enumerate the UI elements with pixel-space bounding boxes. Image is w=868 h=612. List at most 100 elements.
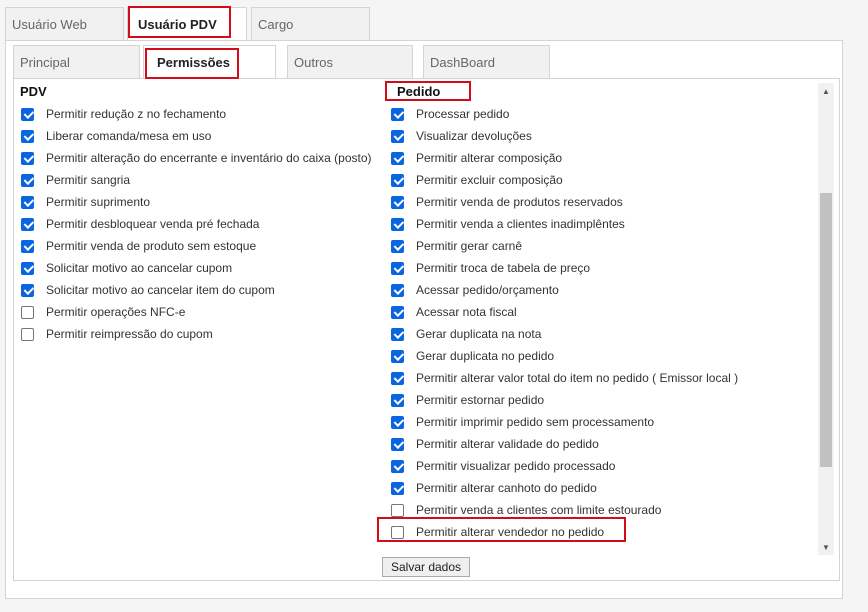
pedido-permission-checkbox[interactable]: [391, 459, 404, 473]
pdv-permission-checkbox[interactable]: [21, 283, 34, 297]
pdv-permission-row[interactable]: Permitir venda de produto sem estoque: [21, 236, 256, 256]
pedido-permission-row[interactable]: Acessar pedido/orçamento: [391, 280, 559, 300]
pedido-permission-row[interactable]: Permitir visualizar pedido processado: [391, 456, 615, 476]
tab-outros[interactable]: Outros: [287, 45, 413, 79]
pedido-permission-checkbox[interactable]: [391, 217, 404, 231]
pedido-permission-label: Permitir venda de produtos reservados: [416, 195, 623, 209]
tab-principal[interactable]: Principal: [13, 45, 140, 79]
pdv-permission-row[interactable]: Permitir desbloquear venda pré fechada: [21, 214, 259, 234]
section-title-pdv: PDV: [20, 84, 47, 99]
pedido-permission-label: Permitir venda a clientes com limite est…: [416, 503, 662, 517]
pedido-permission-row[interactable]: Permitir imprimir pedido sem processamen…: [391, 412, 654, 432]
pedido-permission-row[interactable]: Permitir venda de produtos reservados: [391, 192, 623, 212]
pedido-permission-row[interactable]: Visualizar devoluções: [391, 126, 532, 146]
tab-dashboard[interactable]: DashBoard: [423, 45, 550, 79]
pedido-permission-label: Permitir alterar valor total do item no …: [416, 371, 739, 385]
permissions-scrollbar[interactable]: ▲ ▼: [818, 83, 834, 555]
pedido-permission-checkbox[interactable]: [391, 305, 404, 319]
tab-permissoes[interactable]: Permissões: [143, 45, 276, 80]
pdv-permission-row[interactable]: Permitir redução z no fechamento: [21, 104, 226, 124]
tab-usuario-pdv[interactable]: Usuário PDV: [127, 7, 247, 41]
pdv-permission-row[interactable]: Permitir reimpressão do cupom: [21, 324, 213, 344]
pdv-permission-label: Solicitar motivo ao cancelar item do cup…: [46, 283, 275, 297]
pedido-permission-row[interactable]: Permitir alterar valor total do item no …: [391, 368, 738, 388]
pedido-permission-row[interactable]: Permitir alterar canhoto do pedido: [391, 478, 597, 498]
pdv-permission-checkbox[interactable]: [21, 195, 34, 209]
pedido-permission-row[interactable]: Permitir venda a clientes inadimplêntes: [391, 214, 625, 234]
pdv-permission-label: Permitir alteração do encerrante e inven…: [46, 151, 372, 165]
pedido-permission-checkbox[interactable]: [391, 503, 404, 517]
pedido-permission-checkbox[interactable]: [391, 437, 404, 451]
pedido-permission-checkbox[interactable]: [391, 415, 404, 429]
pdv-permission-checkbox[interactable]: [21, 173, 34, 187]
pedido-permission-row[interactable]: Permitir gerar carnê: [391, 236, 522, 256]
pedido-permission-label: Processar pedido: [416, 107, 510, 121]
pdv-permission-row[interactable]: Solicitar motivo ao cancelar item do cup…: [21, 280, 275, 300]
pdv-permission-label: Permitir redução z no fechamento: [46, 107, 227, 121]
pedido-permission-row[interactable]: Permitir venda a clientes com limite est…: [391, 500, 661, 520]
pedido-permission-checkbox[interactable]: [391, 349, 404, 363]
pedido-permission-label: Acessar nota fiscal: [416, 305, 517, 319]
pedido-permission-row[interactable]: Permitir estornar pedido: [391, 390, 544, 410]
pdv-permission-row[interactable]: Permitir operações NFC-e: [21, 302, 185, 322]
pedido-permission-label: Permitir venda a clientes inadimplêntes: [416, 217, 625, 231]
pdv-permission-checkbox[interactable]: [21, 239, 34, 253]
pdv-permission-checkbox[interactable]: [21, 217, 34, 231]
pedido-permission-row[interactable]: Gerar duplicata no pedido: [391, 346, 554, 366]
scroll-up-icon[interactable]: ▲: [818, 83, 834, 99]
pedido-permission-checkbox[interactable]: [391, 481, 404, 495]
pdv-permission-checkbox[interactable]: [21, 261, 34, 275]
scroll-down-icon[interactable]: ▼: [818, 539, 834, 555]
pdv-permission-checkbox[interactable]: [21, 327, 34, 341]
pdv-permission-row[interactable]: Solicitar motivo ao cancelar cupom: [21, 258, 232, 278]
tab-cargo[interactable]: Cargo: [251, 7, 370, 41]
tab-usuario-web[interactable]: Usuário Web: [5, 7, 124, 41]
pdv-permission-row[interactable]: Liberar comanda/mesa em uso: [21, 126, 211, 146]
pedido-permission-row[interactable]: Permitir excluir composição: [391, 170, 563, 190]
pedido-permission-checkbox[interactable]: [391, 393, 404, 407]
pedido-permission-label: Permitir gerar carnê: [416, 239, 523, 253]
pedido-permission-label: Permitir alterar canhoto do pedido: [416, 481, 597, 495]
pedido-permission-checkbox[interactable]: [391, 283, 404, 297]
pedido-permission-label: Permitir visualizar pedido processado: [416, 459, 616, 473]
pdv-permission-label: Permitir venda de produto sem estoque: [46, 239, 257, 253]
pedido-permission-row[interactable]: Processar pedido: [391, 104, 509, 124]
pdv-permission-checkbox[interactable]: [21, 151, 34, 165]
scroll-thumb[interactable]: [820, 193, 832, 467]
pedido-permission-checkbox[interactable]: [391, 195, 404, 209]
pedido-permission-checkbox[interactable]: [391, 261, 404, 275]
pdv-permission-row[interactable]: Permitir alteração do encerrante e inven…: [21, 148, 372, 168]
pedido-permission-checkbox[interactable]: [391, 327, 404, 341]
pdv-permission-checkbox[interactable]: [21, 305, 34, 319]
pedido-permission-row[interactable]: Permitir alterar vendedor no pedido: [391, 522, 604, 542]
pedido-permission-checkbox[interactable]: [391, 129, 404, 143]
pedido-permission-label: Permitir alterar composição: [416, 151, 563, 165]
pedido-permission-checkbox[interactable]: [391, 239, 404, 253]
pedido-permission-row[interactable]: Acessar nota fiscal: [391, 302, 517, 322]
pdv-permission-row[interactable]: Permitir sangria: [21, 170, 130, 190]
pedido-permission-row[interactable]: Permitir troca de tabela de preço: [391, 258, 590, 278]
pdv-permission-checkbox[interactable]: [21, 107, 34, 121]
pedido-permission-label: Visualizar devoluções: [416, 129, 532, 143]
pedido-permission-row[interactable]: Permitir alterar composição: [391, 148, 562, 168]
pedido-permission-label: Permitir estornar pedido: [416, 393, 545, 407]
pedido-permission-label: Permitir imprimir pedido sem processamen…: [416, 415, 655, 429]
pdv-permission-row[interactable]: Permitir suprimento: [21, 192, 150, 212]
save-button[interactable]: Salvar dados: [382, 557, 470, 577]
pedido-permission-row[interactable]: Permitir alterar validade do pedido: [391, 434, 599, 454]
pedido-permission-checkbox[interactable]: [391, 107, 404, 121]
pedido-permission-label: Permitir alterar vendedor no pedido: [416, 525, 605, 539]
pedido-permission-label: Permitir alterar validade do pedido: [416, 437, 599, 451]
pdv-permission-label: Solicitar motivo ao cancelar cupom: [46, 261, 233, 275]
pdv-permission-label: Permitir desbloquear venda pré fechada: [46, 217, 260, 231]
pedido-permission-checkbox[interactable]: [391, 371, 404, 385]
pedido-permission-checkbox[interactable]: [391, 151, 404, 165]
pedido-permission-label: Permitir troca de tabela de preço: [416, 261, 591, 275]
pedido-permission-checkbox[interactable]: [391, 525, 404, 539]
pedido-permission-row[interactable]: Gerar duplicata na nota: [391, 324, 541, 344]
pdv-permission-label: Permitir reimpressão do cupom: [46, 327, 213, 341]
pedido-permission-checkbox[interactable]: [391, 173, 404, 187]
pdv-permission-checkbox[interactable]: [21, 129, 34, 143]
pdv-permission-label: Permitir sangria: [46, 173, 131, 187]
pdv-permission-label: Permitir operações NFC-e: [46, 305, 186, 319]
